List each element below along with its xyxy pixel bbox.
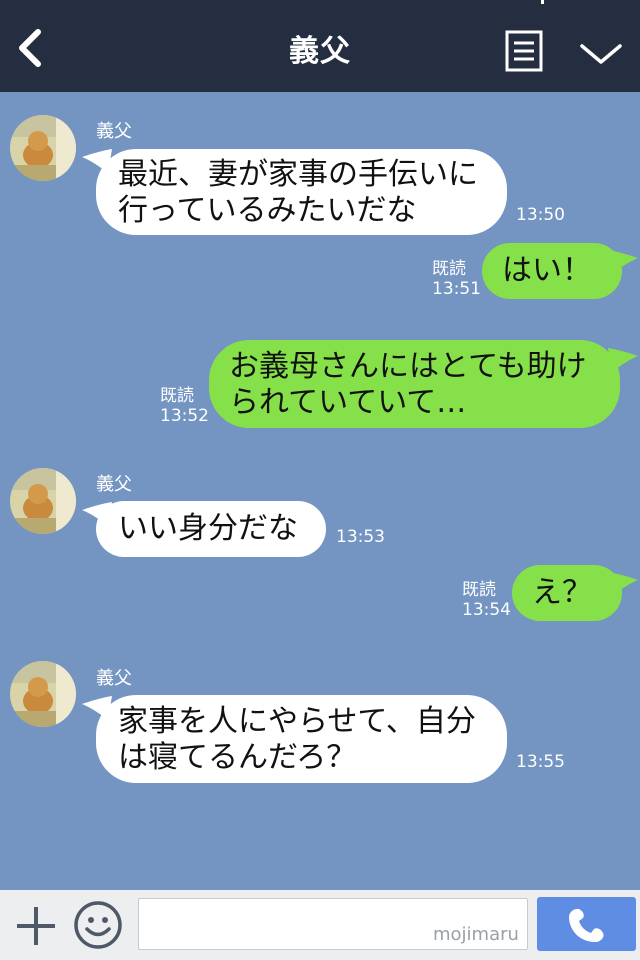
phone-icon: [569, 908, 604, 943]
message-time: 13:53: [336, 527, 385, 547]
collapse-button[interactable]: [578, 40, 624, 68]
call-button[interactable]: [537, 897, 636, 951]
read-receipt: 既読: [160, 386, 194, 406]
message-bubble[interactable]: え？: [512, 565, 622, 621]
avatar[interactable]: [10, 115, 76, 181]
sender-name: 義父: [96, 121, 132, 142]
message-text: 家事を人にやらせて、自分 は寝てるんだろ？: [118, 704, 476, 775]
watermark: mojimaru: [433, 924, 519, 945]
note-icon: [505, 30, 543, 72]
message-time: 13:55: [516, 752, 565, 772]
message-text: はい！: [502, 253, 592, 288]
message-bubble[interactable]: はい！: [482, 243, 622, 299]
sender-name: 義父: [96, 474, 132, 495]
message-time: 13:50: [516, 205, 565, 225]
message-time: 13:54: [462, 600, 511, 620]
plus-icon: [17, 907, 55, 945]
chat-title: 義父: [289, 34, 351, 69]
notes-button[interactable]: [505, 30, 543, 72]
message-text: いい身分だな: [118, 511, 298, 546]
message-text: え？: [532, 575, 592, 610]
status-bar-fragment: [541, 0, 544, 4]
avatar-photo-icon: [10, 661, 76, 727]
message-text: 最近、妻が家事の手伝いに 行っているみたいだな: [118, 157, 478, 228]
message-bubble[interactable]: 家事を人にやらせて、自分 は寝てるんだろ？: [96, 695, 507, 783]
message-time: 13:51: [432, 279, 481, 299]
read-receipt: 既読: [462, 580, 496, 600]
bubble-tail: [608, 250, 638, 274]
avatar[interactable]: [10, 468, 76, 534]
sender-name: 義父: [96, 668, 132, 689]
smiley-icon: [74, 901, 122, 949]
message-bubble[interactable]: 最近、妻が家事の手伝いに 行っているみたいだな: [96, 149, 507, 235]
add-button[interactable]: [14, 904, 58, 948]
message-time: 13:52: [160, 406, 209, 426]
bubble-tail: [608, 572, 638, 596]
avatar-photo-icon: [10, 115, 76, 181]
sticker-button[interactable]: [73, 900, 123, 950]
message-bubble[interactable]: お義母さんにはとても助け られていていて…: [209, 340, 620, 428]
chat-header: 義父: [0, 0, 640, 92]
avatar[interactable]: [10, 661, 76, 727]
bubble-tail: [608, 348, 638, 372]
chevron-down-icon: [580, 44, 622, 64]
message-bubble[interactable]: いい身分だな: [96, 501, 326, 557]
avatar-photo-icon: [10, 468, 76, 534]
message-text: お義母さんにはとても助け られていていて…: [229, 349, 587, 420]
read-receipt: 既読: [432, 259, 466, 279]
